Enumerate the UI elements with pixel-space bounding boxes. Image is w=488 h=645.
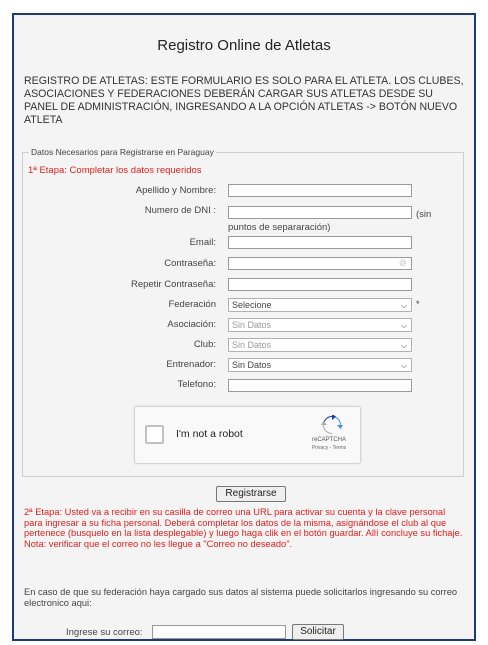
- chevron-down-icon: ⌵: [400, 361, 407, 370]
- repeat-password-input[interactable]: [228, 278, 412, 291]
- coach-label: Entrenador:: [166, 359, 216, 370]
- recaptcha-label: I'm not a robot: [176, 428, 243, 440]
- coach-select-value: Sin Datos: [232, 360, 272, 370]
- phone-label: Telefono:: [177, 379, 216, 390]
- recover-email-input[interactable]: [152, 625, 286, 639]
- dni-input[interactable]: [228, 206, 412, 219]
- dni-hint-continued: puntos de separaración): [228, 222, 331, 233]
- dni-hint: (sin: [416, 209, 432, 220]
- recaptcha-widget: I'm not a robot reCAPTCHA Privacy - Term…: [134, 406, 361, 464]
- recover-text: En caso de que su federación haya cargad…: [24, 587, 458, 608]
- stage2-note: Nota: verificar que el correo no les lle…: [24, 538, 293, 549]
- association-label: Asociación:: [167, 319, 216, 330]
- email-input[interactable]: [228, 236, 412, 249]
- recaptcha-logo-icon: [321, 415, 343, 434]
- stage2-instructions: 2ª Etapa: Usted va a recibir en su casil…: [24, 507, 466, 549]
- federation-select[interactable]: Selecione ⌵: [228, 298, 412, 312]
- page-title: Registro Online de Atletas: [157, 37, 331, 54]
- recover-email-label: Ingrese su correo:: [66, 627, 143, 638]
- federation-select-value: Selecione: [232, 300, 272, 310]
- coach-select[interactable]: Sin Datos ⌵: [228, 358, 412, 372]
- federation-label: Federación: [168, 299, 216, 310]
- club-select[interactable]: Sin Datos ⌵: [228, 338, 412, 352]
- recaptcha-links[interactable]: Privacy - Terms: [301, 445, 357, 451]
- required-mark: *: [416, 299, 420, 309]
- request-button[interactable]: Solicitar: [292, 624, 344, 640]
- key-icon: ♲: [398, 258, 407, 268]
- notice-text: REGISTRO DE ATLETAS: ESTE FORMULARIO ES …: [24, 75, 464, 126]
- recaptcha-brand: reCAPTCHA: [311, 437, 346, 443]
- registration-panel: Registro Online de Atletas REGISTRO DE A…: [12, 13, 476, 641]
- stage1-heading: 1ª Etapa: Completar los datos requeridos: [28, 165, 202, 176]
- form-legend: Datos Necesarios para Registrarse en Par…: [31, 147, 214, 157]
- club-label: Club:: [193, 339, 216, 350]
- password-input[interactable]: ♲: [228, 257, 412, 270]
- phone-input[interactable]: [228, 379, 412, 392]
- recaptcha-checkbox[interactable]: [145, 425, 164, 444]
- chevron-down-icon: ⌵: [400, 341, 407, 350]
- repeat-password-label: Repetir Contraseña:: [130, 279, 216, 290]
- club-select-value: Sin Datos: [232, 340, 272, 350]
- name-input[interactable]: [228, 184, 412, 197]
- association-select[interactable]: Sin Datos ⌵: [228, 318, 412, 332]
- name-label: Apellido y Nombre:: [135, 185, 216, 196]
- dni-label: Numero de DNI :: [144, 205, 216, 216]
- chevron-down-icon: ⌵: [400, 301, 407, 310]
- chevron-down-icon: ⌵: [400, 321, 407, 330]
- stage2-text: 2ª Etapa: Usted va a recibir en su casil…: [24, 507, 463, 539]
- register-button[interactable]: Registrarse: [216, 486, 286, 502]
- password-label: Contraseña:: [164, 258, 216, 269]
- email-label: Email:: [189, 237, 216, 248]
- association-select-value: Sin Datos: [232, 320, 272, 330]
